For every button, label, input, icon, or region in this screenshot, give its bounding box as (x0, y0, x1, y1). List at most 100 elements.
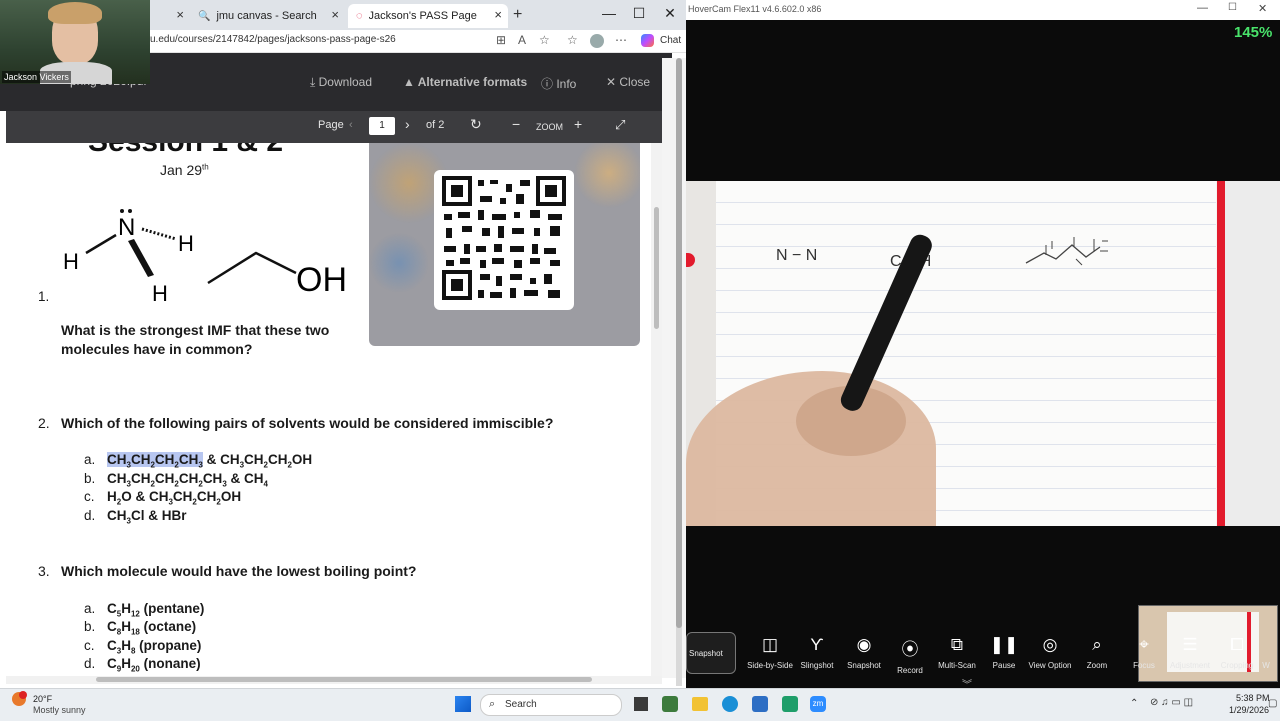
record-button[interactable]: ⦿ Record (887, 635, 933, 675)
highlighted-text: CH3CH2CH2CH3 (107, 452, 203, 470)
q2-letter-c: c. (84, 489, 95, 504)
new-tab-button[interactable]: + (513, 6, 522, 24)
session-date: Jan 29th (160, 162, 209, 178)
pause-button[interactable]: ❚❚ Pause (981, 635, 1027, 670)
oh-group: OH (296, 261, 347, 299)
participant-name: Jackson Vickers (2, 71, 71, 83)
horizontal-scroll-thumb[interactable] (96, 677, 592, 682)
q3-letter-b: b. (84, 619, 96, 634)
side-by-side-icon: ◫ (761, 635, 779, 654)
rotate-icon[interactable]: ↻ (470, 116, 482, 133)
alt-formats-button[interactable]: ▲ Alternative formats (403, 75, 527, 89)
page-input[interactable]: 1 (369, 117, 395, 135)
adjustment-button[interactable]: ☰ Adjustment (1167, 635, 1213, 670)
edge-icon[interactable] (722, 696, 738, 712)
page-scroll-thumb[interactable] (676, 58, 682, 628)
tab-label: jmu canvas - Search (216, 10, 317, 22)
side-by-side-button[interactable]: ◫ Side-by-Side (747, 635, 793, 670)
hovercam-close[interactable]: ✕ (1258, 2, 1267, 15)
maximize-button[interactable]: ☐ (624, 5, 654, 22)
prev-page-icon[interactable]: ‹ (349, 119, 353, 131)
q2-text: Which of the following pairs of solvents… (61, 415, 554, 431)
app-icon-2[interactable] (782, 696, 798, 712)
atom-h: H (63, 249, 79, 274)
view-option-button[interactable]: ◎ View Option (1027, 635, 1073, 670)
pause-label: Pause (992, 661, 1016, 670)
focus-label: Focus (1133, 661, 1155, 670)
read-aloud-icon[interactable]: A (518, 33, 526, 47)
download-label: Download (318, 75, 373, 89)
tray-overflow-icon[interactable]: ⌃ (1130, 698, 1138, 709)
zoom-in-icon[interactable]: + (574, 116, 582, 132)
download-icon: ⤓ (310, 75, 319, 89)
zoom-out-icon[interactable]: − (512, 116, 520, 132)
task-view-icon[interactable] (634, 697, 648, 711)
app-icon[interactable] (662, 696, 678, 712)
url-field[interactable]: u.edu/courses/2147842/pages/jacksons-pas… (150, 34, 396, 45)
hovercam-title: HoverCam Flex11 v4.6.602.0 x86 (688, 4, 822, 14)
close-window-button[interactable]: ✕ (655, 5, 685, 22)
search-icon: 🔍 (198, 10, 211, 22)
snapshot-tab[interactable]: Snapshot (686, 632, 736, 674)
view-option-label: View Option (1028, 661, 1072, 670)
q1-text: What is the strongest IMF that these two… (61, 322, 330, 357)
page-scrollbar[interactable] (662, 58, 686, 686)
close-icon: ✕ (606, 75, 620, 89)
tab-partial[interactable]: × (150, 4, 190, 28)
date-sup: th (202, 162, 209, 172)
collections-icon[interactable]: ☆ (567, 33, 578, 47)
store-icon[interactable] (752, 696, 768, 712)
slingshot-button[interactable]: Ƴ Slingshot (794, 635, 840, 670)
file-explorer-icon[interactable] (692, 697, 708, 711)
zoom-button[interactable]: ⌕ Zoom (1074, 635, 1120, 670)
notifications-icon[interactable]: ▢ (1268, 698, 1277, 709)
taskbar-search[interactable]: ⌕ Search (480, 694, 622, 716)
reader-icon[interactable]: ⊞ (496, 33, 506, 47)
copilot-icon[interactable] (641, 34, 654, 47)
pause-icon: ❚❚ (989, 635, 1019, 654)
snapshot-button[interactable]: ◉ Snapshot (841, 635, 887, 670)
wedge-bond (128, 239, 154, 277)
weather-temp: 20°F (33, 694, 53, 704)
zoom-button-label: Zoom (1086, 661, 1108, 670)
close-tab-icon[interactable]: × (494, 7, 502, 22)
hovercam-minimize[interactable]: — (1197, 2, 1208, 14)
pdf-scrollbar[interactable] (651, 143, 662, 676)
molecule-diagram: N H H H OH (63, 209, 347, 306)
info-label: Info (556, 77, 577, 91)
alt-formats-label: Alternative formats (417, 75, 528, 89)
qr-panel (369, 143, 640, 346)
cropping-label: Cropping (1220, 661, 1254, 670)
q2-option-d: CH3Cl & HBr (107, 508, 187, 526)
fullscreen-icon[interactable]: ⤢ (615, 117, 625, 133)
tab-search[interactable]: 🔍 jmu canvas - Search × (190, 4, 345, 28)
hovercam-maximize[interactable]: ☐ (1228, 2, 1237, 13)
download-button[interactable]: ⤓ Download (310, 75, 372, 90)
windows-start-icon[interactable] (455, 696, 471, 712)
q3-letter-d: d. (84, 656, 96, 671)
q2-letter-d: d. (84, 508, 96, 523)
page-label: Page (318, 119, 344, 131)
more-tools-button[interactable]: W (1252, 635, 1280, 670)
info-icon: ⓘ (541, 77, 557, 91)
focus-button[interactable]: ⌖ Focus (1121, 635, 1167, 670)
tray-icons[interactable]: ⊘ ♫ ▭ ◫ (1150, 697, 1193, 708)
pdf-scroll-thumb[interactable] (654, 207, 659, 329)
page-title: Session 1 & 2 (88, 143, 283, 159)
next-page-icon[interactable]: › (405, 116, 410, 132)
minimize-button[interactable]: — (594, 5, 624, 21)
tab-pass-page[interactable]: ◌ Jackson's PASS Page S26: CHEM 1 × (348, 4, 508, 28)
favorite-icon[interactable]: ☆ (539, 33, 550, 47)
info-button[interactable]: ⓘ Info (541, 75, 576, 92)
more-icon[interactable]: ⋯ (615, 33, 627, 47)
profile-avatar[interactable] (590, 34, 604, 48)
zoom-app-icon[interactable]: zm (810, 696, 826, 712)
taskbar-search-label: Search (505, 699, 537, 710)
close-label: Close (619, 75, 651, 89)
close-tab-icon[interactable]: × (331, 7, 339, 22)
multi-scan-button[interactable]: ⧉ Multi-Scan (934, 635, 980, 670)
close-tab-icon[interactable]: × (176, 7, 184, 22)
close-pdf-button[interactable]: ✕ Close (606, 75, 650, 89)
horizontal-scrollbar[interactable] (6, 676, 662, 684)
chat-button[interactable]: Chat (660, 35, 681, 46)
